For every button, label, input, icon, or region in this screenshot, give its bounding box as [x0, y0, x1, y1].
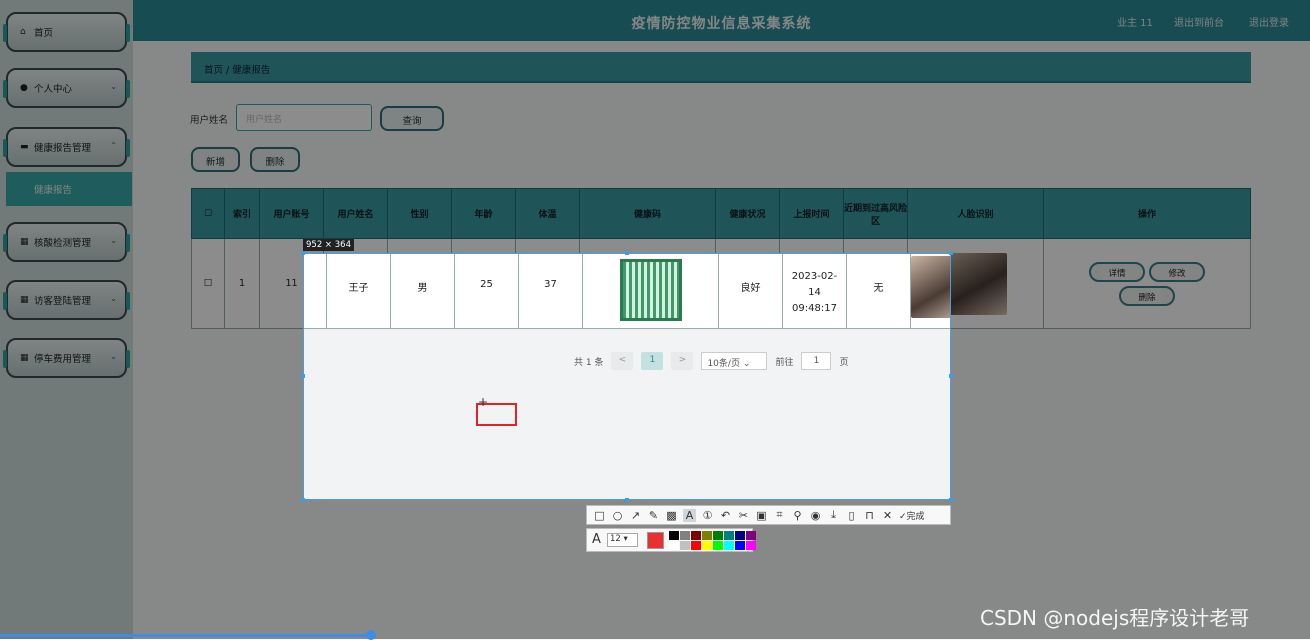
bookmark-icon[interactable]: ⊓ — [863, 509, 876, 522]
color-palette — [669, 531, 756, 550]
pen-tool-icon[interactable]: ✎ — [647, 509, 660, 522]
chevron-down-icon: ⌄ — [742, 359, 751, 369]
palette-color-swatch[interactable] — [669, 541, 679, 550]
text-tool-icon[interactable]: A — [683, 508, 696, 522]
pagination: 共 1 条 < 1 > 10条/页 ⌄ 前往 1 页 — [574, 352, 848, 370]
palette-color-swatch[interactable] — [680, 541, 690, 550]
pager-page-1[interactable]: 1 — [641, 352, 664, 370]
progress-bar — [0, 634, 371, 637]
ocr-icon[interactable]: ▣ — [755, 509, 768, 522]
ellipse-tool-icon[interactable]: ○ — [611, 509, 624, 522]
palette-color-swatch[interactable] — [702, 541, 712, 550]
done-label: 完成 — [906, 511, 925, 522]
page-size-select[interactable]: 10条/页 ⌄ — [701, 352, 768, 370]
palette-color-swatch[interactable] — [724, 541, 734, 550]
rectangle-tool-icon[interactable]: □ — [593, 509, 606, 522]
face-photo — [911, 256, 950, 318]
font-size-select[interactable]: 12 ▾ — [607, 533, 638, 547]
cancel-icon[interactable]: ✕ — [881, 509, 894, 522]
font-icon: A — [592, 532, 601, 547]
arrow-tool-icon[interactable]: ↗ — [629, 509, 642, 522]
qr-code-image — [619, 259, 682, 321]
check-icon: ✓ — [899, 511, 907, 522]
palette-color-swatch[interactable] — [702, 531, 712, 540]
palette-color-swatch[interactable] — [669, 531, 679, 540]
cell-age: 25 — [454, 254, 518, 329]
selection-handle[interactable] — [301, 498, 305, 502]
pager-unit: 页 — [839, 357, 849, 368]
palette-color-swatch[interactable] — [713, 541, 723, 550]
screenshot-toolbar: □ ○ ↗ ✎ ▩ A ① ↶ ✂ ▣ ⌗ ⚲ ◉ ⤓ ▯ ⊓ ✕ ✓完成 — [586, 505, 951, 525]
pin-icon[interactable]: ⚲ — [791, 509, 804, 522]
palette-color-swatch[interactable] — [691, 531, 701, 540]
selection-handle[interactable] — [949, 498, 953, 502]
selection-table-row: 王子 男 25 37 良好 2023-02-14 09:48:17 无 — [304, 254, 950, 329]
palette-color-swatch[interactable] — [735, 541, 745, 550]
chevron-down-icon: ▾ — [623, 534, 628, 544]
screenshot-selection[interactable]: 王子 男 25 37 良好 2023-02-14 09:48:17 无 共 1 … — [303, 253, 951, 500]
scan-icon[interactable]: ⌗ — [773, 508, 786, 522]
font-size-value: 12 — [610, 534, 621, 544]
cell-name: 王子 — [326, 254, 390, 329]
selection-handle[interactable] — [625, 498, 629, 502]
current-color-swatch[interactable] — [647, 532, 664, 549]
cell-gender: 男 — [390, 254, 454, 329]
pager-goto-label: 前往 — [775, 357, 794, 368]
selection-handle[interactable] — [301, 374, 305, 378]
done-button[interactable]: ✓完成 — [899, 509, 925, 522]
selection-handle[interactable] — [301, 251, 305, 255]
pager-prev-button[interactable]: < — [611, 352, 634, 370]
palette-color-swatch[interactable] — [680, 531, 690, 540]
watermark: CSDN @nodejs程序设计老哥 — [980, 606, 1250, 630]
pager-goto-input[interactable]: 1 — [801, 352, 832, 370]
selection-handle[interactable] — [949, 251, 953, 255]
cell-face — [910, 254, 950, 329]
phone-icon[interactable]: ▯ — [845, 509, 858, 522]
selection-size-label: 952 × 364 — [303, 239, 354, 251]
cell-temp: 37 — [518, 254, 582, 329]
download-icon[interactable]: ⤓ — [827, 508, 840, 522]
palette-color-swatch[interactable] — [746, 541, 756, 550]
palette-color-swatch[interactable] — [735, 531, 745, 540]
mosaic-tool-icon[interactable]: ▩ — [665, 509, 678, 522]
palette-color-swatch[interactable] — [746, 531, 756, 540]
text-style-bar: A 12 ▾ — [586, 528, 756, 552]
cell-status: 良好 — [718, 254, 782, 329]
palette-color-swatch[interactable] — [691, 541, 701, 550]
record-icon[interactable]: ◉ — [809, 509, 822, 522]
undo-icon[interactable]: ↶ — [719, 509, 732, 522]
pager-total: 共 1 条 — [574, 357, 604, 368]
scissors-icon[interactable]: ✂ — [737, 509, 750, 522]
page-size-value: 10条/页 — [707, 359, 740, 369]
cell-risk: 无 — [846, 254, 910, 329]
selection-handle[interactable] — [625, 251, 629, 255]
cell-time: 2023-02-14 09:48:17 — [782, 254, 846, 329]
pager-next-button[interactable]: > — [671, 352, 694, 370]
number-tool-icon[interactable]: ① — [701, 509, 714, 522]
cell-health-code — [582, 254, 718, 329]
selection-handle[interactable] — [949, 374, 953, 378]
palette-color-swatch[interactable] — [724, 531, 734, 540]
crosshair-cursor-icon: + — [478, 395, 489, 409]
palette-color-swatch[interactable] — [713, 531, 723, 540]
